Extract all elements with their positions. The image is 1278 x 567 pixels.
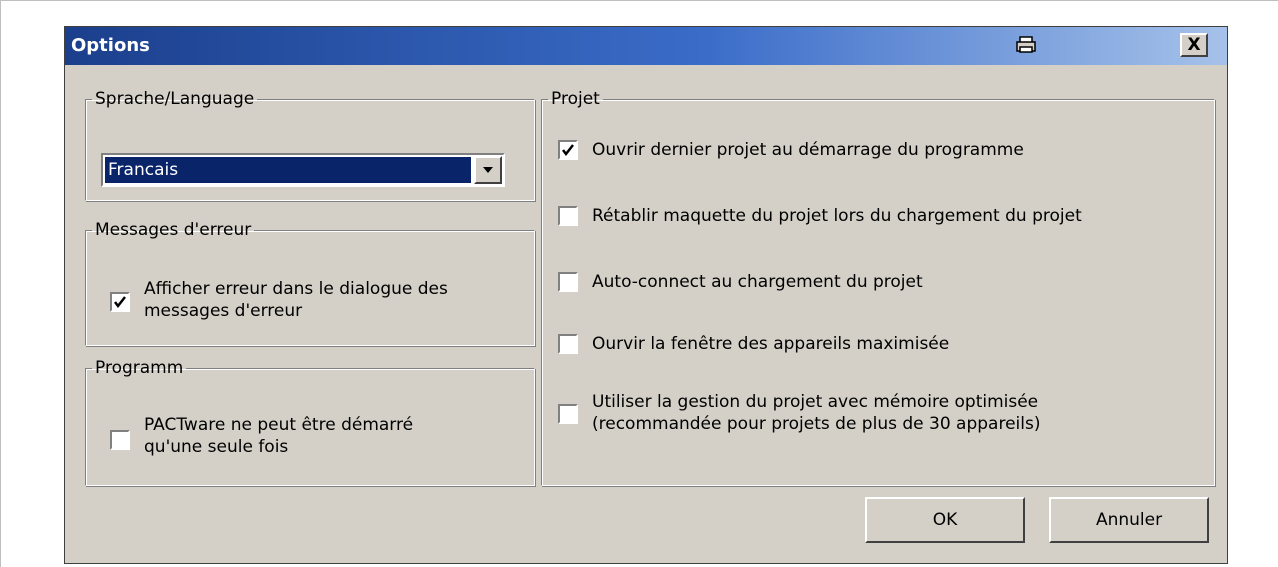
page-border-top [0, 0, 1278, 1]
options-dialog: Options X Sprache/Language Francais Mess… [64, 26, 1228, 564]
open-last-project-checkbox[interactable] [558, 140, 578, 160]
auto-connect-label: Auto-connect au chargement du projet [592, 272, 923, 292]
language-select[interactable]: Francais [101, 153, 505, 187]
chevron-down-icon [483, 167, 493, 173]
restore-layout-option[interactable]: Rétablir maquette du projet lors du char… [558, 205, 1198, 229]
check-icon [562, 144, 574, 157]
project-group-legend: Projet [551, 89, 600, 109]
ok-button[interactable]: OK [865, 497, 1025, 543]
error-group-legend: Messages d'erreur [95, 220, 252, 240]
maximize-devices-label: Ourvir la fenêtre des appareils maximisé… [592, 334, 950, 354]
project-group: Projet Ouvrir dernier projet au démarrag… [541, 89, 1215, 486]
page-border-left [0, 0, 1, 567]
show-error-dialog-option[interactable]: Afficher erreur dans le dialogue des mes… [110, 274, 520, 334]
error-messages-group: Messages d'erreur Afficher erreur dans l… [85, 220, 535, 346]
language-group-legend: Sprache/Language [95, 89, 255, 109]
single-instance-option[interactable]: PACTware ne peut être démarré qu'une seu… [110, 410, 520, 470]
memory-optimized-option[interactable]: Utiliser la gestion du projet avec mémoi… [558, 391, 1198, 441]
printer-icon[interactable] [1012, 33, 1040, 57]
restore-layout-label: Rétablir maquette du projet lors du char… [592, 206, 1082, 226]
check-icon [114, 296, 126, 309]
memory-optimized-label: Utiliser la gestion du projet avec mémoi… [592, 392, 1041, 434]
show-error-dialog-label: Afficher erreur dans le dialogue des mes… [144, 279, 448, 321]
dropdown-button[interactable] [474, 156, 502, 184]
maximize-devices-checkbox[interactable] [558, 334, 578, 354]
title-bar[interactable]: Options X [65, 27, 1227, 65]
open-last-project-label: Ouvrir dernier projet au démarrage du pr… [592, 140, 1024, 160]
close-button[interactable]: X [1180, 33, 1208, 57]
maximize-devices-option[interactable]: Ourvir la fenêtre des appareils maximisé… [558, 333, 1198, 357]
single-instance-checkbox[interactable] [110, 430, 130, 450]
single-instance-label: PACTware ne peut être démarré qu'une seu… [144, 415, 414, 457]
language-select-value: Francais [105, 157, 471, 183]
auto-connect-checkbox[interactable] [558, 272, 578, 292]
language-group: Sprache/Language Francais [85, 89, 535, 201]
memory-optimized-checkbox[interactable] [558, 404, 578, 424]
program-group-legend: Programm [95, 358, 184, 378]
auto-connect-option[interactable]: Auto-connect au chargement du projet [558, 271, 1198, 295]
open-last-project-option[interactable]: Ouvrir dernier projet au démarrage du pr… [558, 139, 1198, 163]
close-icon: X [1187, 35, 1201, 55]
program-group: Programm PACTware ne peut être démarré q… [85, 358, 535, 486]
cancel-button[interactable]: Annuler [1049, 497, 1209, 543]
window-title: Options [71, 35, 150, 56]
show-error-dialog-checkbox[interactable] [110, 292, 130, 312]
restore-layout-checkbox[interactable] [558, 206, 578, 226]
